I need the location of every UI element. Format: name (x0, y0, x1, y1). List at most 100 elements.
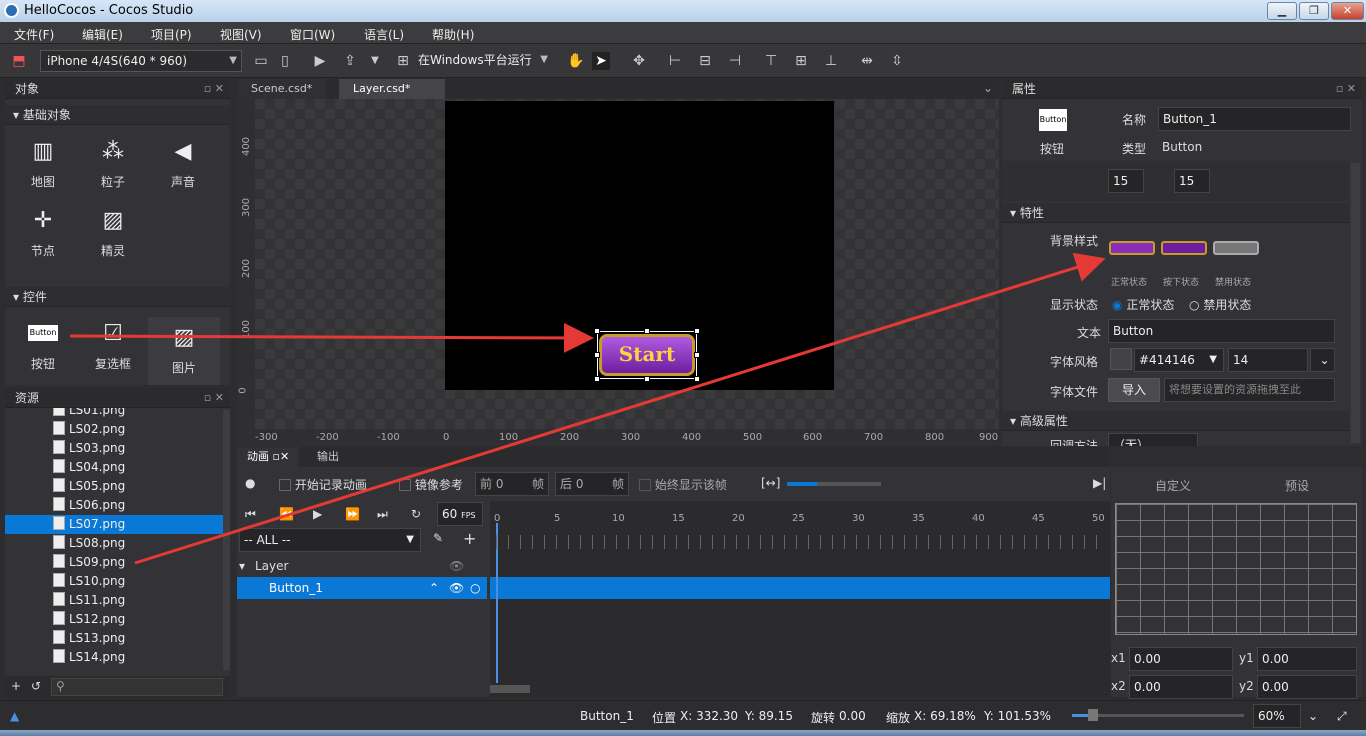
section-controls[interactable]: ▾ 控件 (5, 287, 230, 307)
resize-handle[interactable] (644, 328, 650, 334)
curve-tab-preset[interactable]: 预设 (1285, 477, 1309, 494)
landscape-icon[interactable]: ▭ (252, 52, 270, 70)
y1-field[interactable]: 0.00 (1257, 647, 1357, 671)
menu-project[interactable]: 项目(P) (151, 26, 192, 43)
record-checkbox[interactable]: 开始记录动画 (279, 476, 367, 493)
resource-item[interactable]: LS05.png (53, 477, 125, 496)
last-frame-icon[interactable]: ⏭ (377, 507, 388, 522)
resource-scrollbar[interactable] (223, 410, 230, 670)
resource-item[interactable]: LS02.png (53, 420, 125, 439)
tab-output[interactable]: 输出 (307, 447, 349, 467)
device-select[interactable]: iPhone 4/4S(640 * 960) ▼ (40, 50, 242, 72)
panel-controls-icon[interactable]: ▫ ✕ (1336, 79, 1356, 99)
resize-handle[interactable] (594, 376, 600, 382)
name-field[interactable]: Button_1 (1158, 107, 1351, 131)
menu-file[interactable]: 文件(F) (14, 26, 54, 43)
add-keyframe-icon[interactable]: ● (245, 476, 255, 490)
eye-icon[interactable]: 👁 (449, 581, 464, 595)
properties-scrollbar[interactable] (1351, 163, 1360, 443)
next-frames-field[interactable]: 后 0 帧 (555, 472, 629, 496)
align-top-icon[interactable]: ⊤ (762, 52, 780, 70)
portrait-icon[interactable]: ▯ (276, 52, 294, 70)
control-image[interactable]: ▨ 图片 (148, 317, 220, 385)
play-icon[interactable]: ▶ (313, 507, 322, 521)
align-center-icon[interactable]: ⊟ (696, 52, 714, 70)
section-advanced[interactable]: ▾ 高级属性 (1002, 411, 1349, 431)
resource-item[interactable]: LS06.png (53, 496, 125, 515)
object-node[interactable]: ✛ 节点 (13, 200, 73, 262)
y2-field[interactable]: 0.00 (1257, 675, 1357, 699)
menu-language[interactable]: 语言(L) (364, 26, 404, 43)
radio-normal[interactable]: ◉ 正常状态 (1112, 296, 1174, 313)
chevron-down-icon[interactable]: ⌄ (1308, 709, 1318, 723)
resource-search-input[interactable]: ⚲ (51, 678, 223, 696)
resource-item[interactable]: LS12.png (53, 610, 125, 629)
play-end-icon[interactable]: ▶| (1093, 476, 1106, 490)
object-particle[interactable]: ⁂ 粒子 (83, 131, 143, 193)
always-show-checkbox[interactable]: 始终显示该帧 (639, 476, 727, 493)
next-frame-icon[interactable]: ⏩ (345, 507, 360, 521)
resize-handle[interactable] (644, 376, 650, 382)
warning-icon[interactable]: ▲ (10, 709, 19, 723)
lock-icon[interactable]: ⌃ (429, 581, 439, 595)
resource-item[interactable]: LS09.png (53, 553, 125, 572)
radio-disabled[interactable]: ○ 禁用状态 (1189, 296, 1251, 313)
select-tool-icon[interactable]: ➤ (592, 52, 610, 70)
layer-row[interactable]: ▾ Layer 👁 (237, 556, 487, 576)
align-left-icon[interactable]: ⊢ (666, 52, 684, 70)
fit-screen-icon[interactable]: ⤢ (1337, 709, 1347, 724)
resize-handle[interactable] (694, 376, 700, 382)
circle-icon[interactable]: ○ (470, 581, 480, 595)
align-middle-icon[interactable]: ⊞ (792, 52, 810, 70)
text-field[interactable]: Button (1108, 319, 1335, 343)
canvas-viewport[interactable]: Start (255, 99, 999, 429)
resize-handle[interactable] (694, 328, 700, 334)
control-checkbox[interactable]: ☑ 复选框 (83, 313, 143, 375)
font-color-field[interactable]: #414146 ▼ (1134, 348, 1224, 372)
zoom-field[interactable]: 60% (1253, 704, 1301, 728)
x1-field[interactable]: 0.00 (1129, 647, 1233, 671)
add-icon[interactable]: + (463, 529, 476, 548)
add-icon[interactable]: + (11, 679, 21, 693)
x2-field[interactable]: 0.00 (1129, 675, 1233, 699)
resource-item-selected[interactable]: LS07.png (5, 515, 223, 534)
resource-item[interactable]: LS08.png (53, 534, 125, 553)
align-bottom-icon[interactable]: ⊥ (822, 52, 840, 70)
value-field-2[interactable]: 15 (1174, 169, 1210, 193)
expand-icon[interactable]: ▾ (239, 559, 245, 573)
publish-icon[interactable]: ⬒ (10, 52, 28, 70)
font-file-dropzone[interactable]: 将想要设置的资源拖拽至此 (1164, 378, 1335, 402)
resource-item[interactable]: LS04.png (53, 458, 125, 477)
resource-item[interactable]: LS01.png (53, 408, 125, 420)
menu-window[interactable]: 窗口(W) (290, 26, 335, 43)
fit-icon[interactable]: [↔] (761, 476, 780, 490)
pressed-state-thumb[interactable] (1161, 241, 1207, 255)
prev-frame-icon[interactable]: ⏪ (279, 507, 294, 521)
zoom-slider[interactable] (787, 482, 881, 486)
resource-item[interactable]: LS03.png (53, 439, 125, 458)
distribute-v-icon[interactable]: ⇳ (888, 52, 906, 70)
chevron-down-icon[interactable]: ▼ (366, 52, 384, 70)
object-sprite[interactable]: ▨ 精灵 (83, 200, 143, 262)
callback-select[interactable]: （无） (1108, 433, 1198, 446)
node-filter-select[interactable]: -- ALL -- ▼ (239, 528, 421, 552)
object-audio[interactable]: ◀ 声音 (153, 131, 213, 193)
section-features[interactable]: ▾ 特性 (1002, 203, 1349, 223)
value-field-1[interactable]: 15 (1108, 169, 1144, 193)
pencil-icon[interactable]: ✎ (433, 531, 443, 545)
run-platform-select[interactable]: 在Windows平台运行 ▼ (416, 50, 552, 72)
disabled-state-thumb[interactable] (1213, 241, 1259, 255)
node-row-selected[interactable]: Button_1 ⌃ 👁 ○ (237, 577, 487, 599)
tab-animation[interactable]: 动画 ▫✕ (237, 447, 300, 467)
bezier-grid[interactable] (1115, 503, 1357, 635)
align-right-icon[interactable]: ⊣ (726, 52, 744, 70)
tab-scene[interactable]: Scene.csd* (237, 79, 327, 99)
fps-field[interactable]: 60 FPS (437, 502, 483, 526)
maximize-button[interactable]: ❐ (1299, 2, 1329, 20)
curve-tab-custom[interactable]: 自定义 (1155, 477, 1191, 494)
prev-frames-field[interactable]: 前 0 帧 (475, 472, 549, 496)
resource-item[interactable]: LS14.png (53, 648, 125, 667)
close-button[interactable]: ✕ (1331, 2, 1364, 20)
frames-selected-row[interactable] (490, 577, 1110, 599)
resource-item[interactable]: LS13.png (53, 629, 125, 648)
